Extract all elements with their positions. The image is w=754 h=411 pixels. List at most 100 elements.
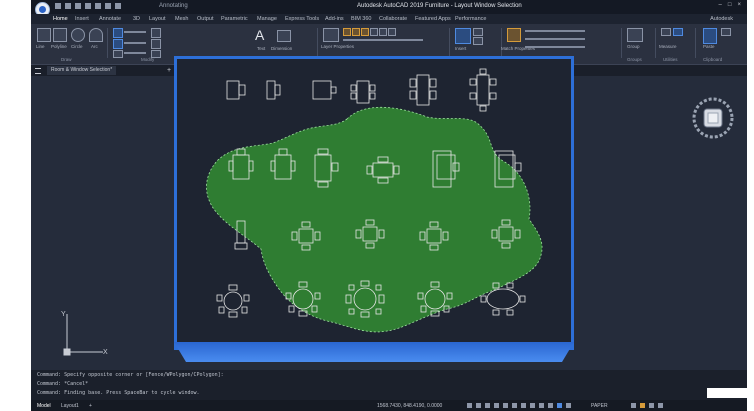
- maximize-button[interactable]: □: [728, 2, 732, 8]
- tab-model[interactable]: Model: [37, 403, 51, 409]
- add-layout-button[interactable]: +: [89, 403, 92, 409]
- layer-freeze-icon[interactable]: [352, 28, 360, 36]
- osnap-icon[interactable]: [503, 403, 508, 408]
- tab-home[interactable]: Home: [53, 16, 68, 22]
- color-dropdown[interactable]: [525, 30, 585, 32]
- layer-dropdown[interactable]: [343, 39, 423, 41]
- dimension-tool-label: Dimension: [271, 46, 293, 51]
- grid-icon[interactable]: [467, 403, 472, 408]
- table-4-chairs-icon[interactable]: [409, 74, 437, 106]
- ortho-icon[interactable]: [485, 403, 490, 408]
- copy-icon[interactable]: [113, 39, 123, 49]
- create-block-icon[interactable]: [473, 28, 483, 36]
- rotate-icon[interactable]: [124, 31, 146, 33]
- round-table-6-chairs-icon[interactable]: [216, 284, 250, 318]
- save-as-icon[interactable]: [85, 3, 91, 9]
- command-history-line: Command: Specify opposite corner or [Fen…: [37, 372, 224, 378]
- clipboard-panel-label: Clipboard: [703, 57, 723, 62]
- tab-mesh[interactable]: Mesh: [175, 16, 188, 22]
- polyline-icon[interactable]: [53, 28, 67, 42]
- tab-collaborate[interactable]: Collaborate: [379, 16, 407, 22]
- measure-icon[interactable]: [661, 28, 671, 36]
- quick-calc-icon[interactable]: [673, 28, 683, 36]
- paper-space-label[interactable]: PAPER: [591, 403, 608, 409]
- dimension-icon[interactable]: [277, 30, 291, 42]
- move-icon[interactable]: [113, 28, 123, 38]
- annotation-scale-icon[interactable]: [548, 403, 553, 408]
- tab-annotate[interactable]: Annotate: [99, 16, 121, 22]
- lineweight-dropdown[interactable]: [525, 38, 585, 40]
- units-icon[interactable]: [566, 403, 571, 408]
- match-properties-icon[interactable]: [507, 28, 521, 42]
- layer-color-icon[interactable]: [370, 28, 378, 36]
- drawing-canvas[interactable]: Y X: [31, 56, 747, 370]
- viewcube-icon[interactable]: [691, 96, 735, 140]
- otrack-icon[interactable]: [512, 403, 517, 408]
- text-icon[interactable]: A: [255, 28, 269, 42]
- chair-icon[interactable]: [226, 80, 246, 100]
- new-tab-button[interactable]: +: [167, 66, 171, 75]
- layer-isolate-icon[interactable]: [379, 28, 387, 36]
- save-icon[interactable]: [75, 3, 81, 9]
- tab-add-ins[interactable]: Add-ins: [325, 16, 344, 22]
- ucs-axis-icon: Y X: [61, 311, 108, 356]
- tab-parametric[interactable]: Parametric: [221, 16, 248, 22]
- paste-icon[interactable]: [703, 28, 717, 44]
- tab-featured-apps[interactable]: Featured Apps: [415, 16, 451, 22]
- tab-layout[interactable]: Layout: [149, 16, 166, 22]
- undo-icon[interactable]: [105, 3, 111, 9]
- table-6-chairs-icon[interactable]: [469, 68, 497, 112]
- open-file-icon[interactable]: [65, 3, 71, 9]
- line-icon[interactable]: [37, 28, 51, 42]
- minimize-button[interactable]: –: [719, 2, 722, 8]
- copy-clip-icon[interactable]: [721, 28, 731, 36]
- mirror-icon[interactable]: [124, 42, 146, 44]
- selection-cycling-icon[interactable]: [539, 403, 544, 408]
- chair-icon[interactable]: [266, 80, 281, 100]
- linetype-dropdown[interactable]: [525, 46, 585, 48]
- command-input[interactable]: [707, 388, 747, 398]
- tab-performance[interactable]: Performance: [455, 16, 487, 22]
- tab-layout1[interactable]: Layout1: [61, 403, 79, 409]
- polar-icon[interactable]: [494, 403, 499, 408]
- block-insert-icon[interactable]: [455, 28, 471, 44]
- arc-icon[interactable]: [89, 28, 103, 42]
- tab-express-tools[interactable]: Express Tools: [285, 16, 319, 22]
- layer-icon[interactable]: [323, 28, 339, 42]
- snap-icon[interactable]: [476, 403, 481, 408]
- isolate-objects-icon[interactable]: [631, 403, 636, 408]
- workspace-icon[interactable]: [557, 403, 562, 408]
- close-button[interactable]: ×: [737, 2, 741, 8]
- transparency-icon[interactable]: [530, 403, 535, 408]
- stretch-icon[interactable]: [113, 50, 123, 58]
- lineweight-icon[interactable]: [521, 403, 526, 408]
- hardware-acceleration-icon[interactable]: [640, 403, 645, 408]
- document-tab[interactable]: Room & Window Selection*: [47, 66, 117, 75]
- table-2-chairs-icon[interactable]: [350, 80, 376, 104]
- file-tabs-menu-icon[interactable]: [35, 68, 41, 74]
- small-table-icon[interactable]: [312, 80, 337, 100]
- tab-output[interactable]: Output: [197, 16, 214, 22]
- new-file-icon[interactable]: [55, 3, 61, 9]
- measure-tool-label: Measure: [659, 44, 677, 49]
- layout-sheet[interactable]: [174, 56, 574, 350]
- customization-menu-icon[interactable]: [658, 403, 663, 408]
- edit-block-icon[interactable]: [473, 37, 483, 45]
- redo-icon[interactable]: [115, 3, 121, 9]
- group-icon[interactable]: [627, 28, 643, 42]
- tab-manage[interactable]: Manage: [257, 16, 277, 22]
- scale-icon[interactable]: [124, 52, 146, 54]
- circle-icon[interactable]: [71, 28, 85, 42]
- fillet-icon[interactable]: [151, 39, 161, 49]
- workspace-switcher[interactable]: Annotating: [159, 3, 188, 9]
- layer-on-icon[interactable]: [343, 28, 351, 36]
- tab-insert[interactable]: Insert: [75, 16, 89, 22]
- plot-icon[interactable]: [95, 3, 101, 9]
- tab-bim360[interactable]: BIM 360: [351, 16, 371, 22]
- account-menu[interactable]: Autodesk: [710, 16, 733, 22]
- clean-screen-icon[interactable]: [649, 403, 654, 408]
- layer-match-icon[interactable]: [388, 28, 396, 36]
- trim-icon[interactable]: [151, 28, 161, 38]
- layer-lock-icon[interactable]: [361, 28, 369, 36]
- tab-3d[interactable]: 3D: [133, 16, 140, 22]
